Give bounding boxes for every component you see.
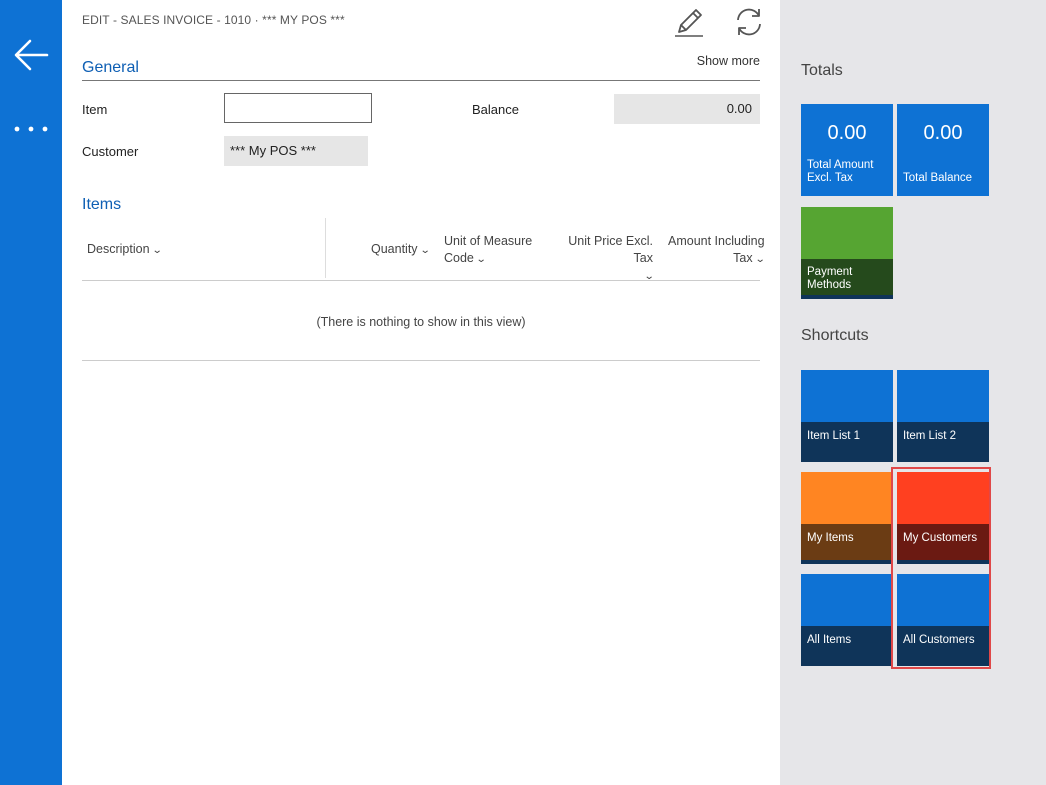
chevron-down-icon: ⌄ bbox=[419, 245, 431, 256]
tile-payment-methods-label-1: Payment bbox=[807, 266, 853, 278]
tile-total-balance-value: 0.00 bbox=[923, 122, 963, 144]
shortcut-my-customers-label: My Customers bbox=[903, 532, 978, 544]
tile-band: Payment Methods bbox=[801, 259, 893, 299]
tile-strip bbox=[801, 295, 893, 299]
tile-band: All Items bbox=[801, 626, 893, 666]
column-header-uom-label: Unit of Measure bbox=[444, 234, 533, 248]
column-header-amount-incl-tax[interactable]: Amount Including Tax⌄ bbox=[668, 233, 764, 268]
balance-field: 0.00 bbox=[614, 94, 760, 124]
shortcut-item-list-2-label: Item List 2 bbox=[903, 430, 957, 442]
shortcut-my-customers[interactable]: My Customers bbox=[897, 472, 989, 564]
main-content: EDIT - SALES INVOICE - 1010 · *** MY POS… bbox=[62, 0, 780, 785]
tile-total-balance-label: Total Balance bbox=[903, 172, 973, 184]
column-header-unit-price-label: Unit Price Excl. Tax bbox=[568, 234, 653, 265]
grid-bottom-divider bbox=[82, 360, 760, 361]
tile-payment-methods[interactable]: Payment Methods bbox=[801, 207, 893, 299]
shortcut-my-items-label: My Items bbox=[807, 532, 854, 544]
shortcuts-heading: Shortcuts bbox=[801, 327, 869, 344]
items-grid-header: Description ⌄ Quantity ⌄ Unit of Measure C… bbox=[82, 218, 764, 282]
shortcut-item-list-2[interactable]: Item List 2 bbox=[897, 370, 989, 462]
tile-payment-methods-label-2: Methods bbox=[807, 279, 852, 291]
column-header-amount-label-2: Tax bbox=[733, 251, 753, 265]
refresh-icon[interactable] bbox=[732, 6, 766, 38]
column-header-amount-label: Amount Including bbox=[668, 234, 764, 248]
column-header-uom[interactable]: Unit of Measure Code ⌄ bbox=[444, 233, 532, 268]
balance-label: Balance bbox=[472, 102, 519, 117]
tile-strip bbox=[801, 560, 893, 564]
general-section-title[interactable]: General bbox=[82, 59, 139, 77]
shortcut-all-customers[interactable]: All Customers bbox=[897, 574, 989, 666]
column-divider bbox=[325, 218, 326, 278]
column-header-unit-price[interactable]: Unit Price Excl. Tax ⌄ bbox=[553, 233, 655, 285]
tile-strip bbox=[897, 560, 989, 564]
tile-total-balance[interactable]: 0.00 Total Balance bbox=[897, 104, 989, 196]
breadcrumb: EDIT - SALES INVOICE - 1010 · *** MY POS… bbox=[82, 13, 345, 27]
tile-total-amount-excl-tax[interactable]: 0.00 Total Amount Excl. Tax bbox=[801, 104, 893, 196]
grid-header-divider bbox=[82, 280, 760, 281]
chevron-down-icon: ⌄ bbox=[475, 254, 487, 265]
shortcut-item-list-1-label: Item List 1 bbox=[807, 430, 861, 442]
chevron-down-icon: ⌄ bbox=[151, 245, 163, 256]
left-rail bbox=[0, 0, 62, 785]
factbox-pane: Totals 0.00 Total Amount Excl. Tax 0.00 … bbox=[780, 0, 1046, 785]
shortcut-all-items-label: All Items bbox=[807, 634, 852, 646]
general-divider bbox=[82, 80, 760, 81]
tile-band: Item List 2 bbox=[897, 422, 989, 462]
column-header-quantity-label: Quantity bbox=[371, 242, 418, 256]
ellipsis-icon[interactable] bbox=[14, 119, 48, 139]
shortcut-all-items[interactable]: All Items bbox=[801, 574, 893, 666]
tile-band: My Customers bbox=[897, 524, 989, 564]
tile-total-amount-label-2: Excl. Tax bbox=[807, 172, 853, 184]
shortcut-all-customers-label: All Customers bbox=[903, 634, 975, 646]
item-input[interactable] bbox=[224, 93, 372, 123]
tile-total-amount-value: 0.00 bbox=[827, 122, 867, 144]
items-section-title[interactable]: Items bbox=[82, 196, 121, 214]
column-header-description-label: Description bbox=[87, 242, 150, 256]
arrow-left-icon[interactable] bbox=[13, 38, 49, 72]
empty-grid-message: (There is nothing to show in this view) bbox=[316, 315, 526, 329]
show-more-link[interactable]: Show more bbox=[697, 54, 760, 68]
item-label: Item bbox=[82, 102, 108, 117]
customer-field[interactable]: *** My POS *** bbox=[224, 136, 368, 166]
column-header-quantity[interactable]: Quantity ⌄ bbox=[371, 241, 431, 259]
tile-band: My Items bbox=[801, 524, 893, 564]
column-header-description[interactable]: Description ⌄ bbox=[87, 241, 163, 259]
tile-payment-methods-label: Payment Methods bbox=[807, 266, 889, 292]
customer-label: Customer bbox=[82, 144, 139, 159]
tile-total-amount-label-1: Total Amount bbox=[807, 159, 874, 171]
pencil-icon[interactable] bbox=[673, 6, 705, 38]
shortcut-my-items[interactable]: My Items bbox=[801, 472, 893, 564]
tile-band: All Customers bbox=[897, 626, 989, 666]
column-header-uom-label-2: Code bbox=[444, 251, 474, 265]
chevron-down-icon: ⌄ bbox=[643, 271, 655, 282]
tile-band: Item List 1 bbox=[801, 422, 893, 462]
tile-total-amount-label: Total Amount Excl. Tax bbox=[807, 159, 889, 185]
shortcut-item-list-1[interactable]: Item List 1 bbox=[801, 370, 893, 462]
chevron-down-icon: ⌄ bbox=[754, 251, 764, 268]
totals-heading: Totals bbox=[801, 62, 843, 79]
